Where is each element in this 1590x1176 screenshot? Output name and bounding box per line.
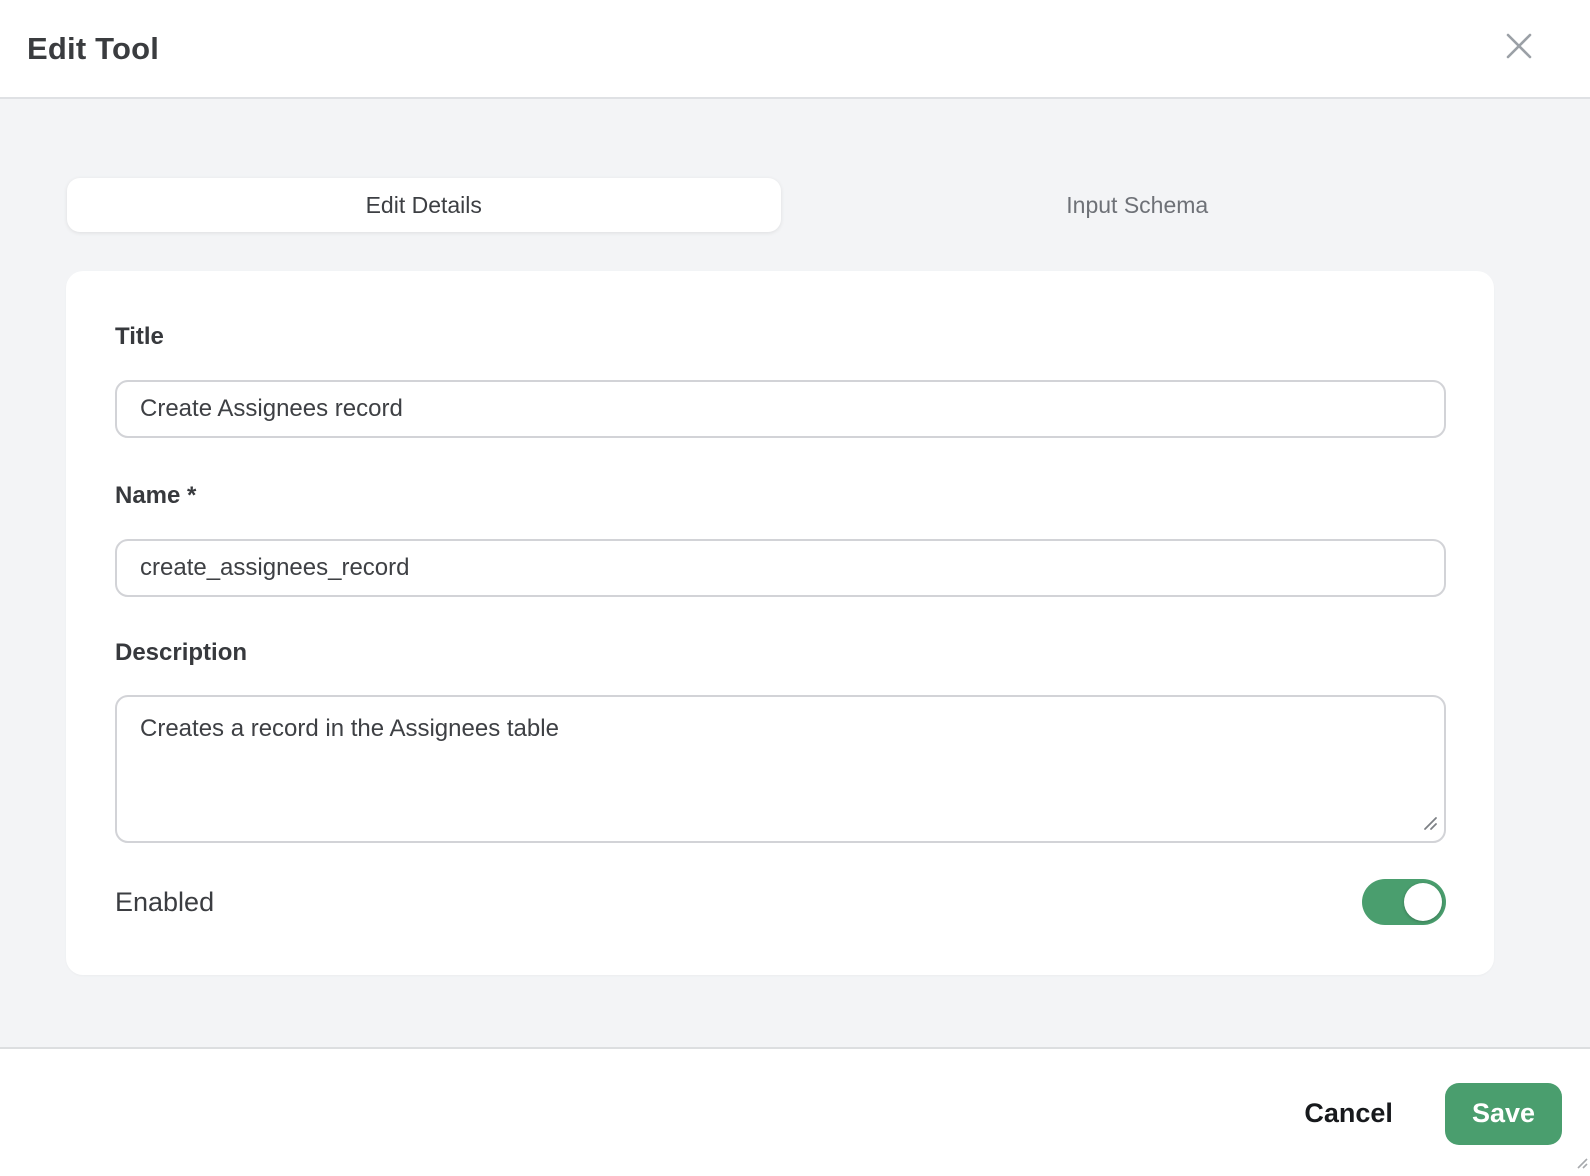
edit-details-card: Title Name * Description Creates a recor… xyxy=(66,271,1494,975)
description-textarea[interactable]: Creates a record in the Assignees table xyxy=(115,695,1446,843)
tab-edit-details[interactable]: Edit Details xyxy=(67,178,781,232)
tabbar: Edit Details Input Schema xyxy=(67,178,1494,232)
title-label: Title xyxy=(115,323,164,350)
toggle-knob xyxy=(1404,883,1442,921)
edit-tool-modal: Edit Tool Edit Details Input Schema Titl… xyxy=(0,0,1590,1176)
close-icon xyxy=(1504,31,1534,64)
save-button[interactable]: Save xyxy=(1444,1082,1562,1145)
modal-footer: Cancel Save xyxy=(0,1051,1590,1176)
cancel-button[interactable]: Cancel xyxy=(1300,1098,1397,1129)
name-input[interactable] xyxy=(115,539,1446,597)
modal-header: Edit Tool xyxy=(0,0,1590,99)
tab-input-schema-label: Input Schema xyxy=(1066,191,1209,218)
enabled-label: Enabled xyxy=(115,886,215,917)
modal-body: Edit Details Input Schema Title Name * D… xyxy=(0,99,1590,1049)
title-input[interactable] xyxy=(115,380,1446,438)
description-field-wrap: Creates a record in the Assignees table xyxy=(115,695,1446,843)
modal-title: Edit Tool xyxy=(27,30,160,66)
tab-input-schema[interactable]: Input Schema xyxy=(781,178,1495,232)
description-label: Description xyxy=(115,639,248,666)
name-label: Name * xyxy=(115,482,197,509)
tab-edit-details-label: Edit Details xyxy=(365,191,482,218)
close-button[interactable] xyxy=(1503,31,1535,63)
enabled-row: Enabled xyxy=(115,879,1446,925)
enabled-toggle[interactable] xyxy=(1362,879,1446,925)
